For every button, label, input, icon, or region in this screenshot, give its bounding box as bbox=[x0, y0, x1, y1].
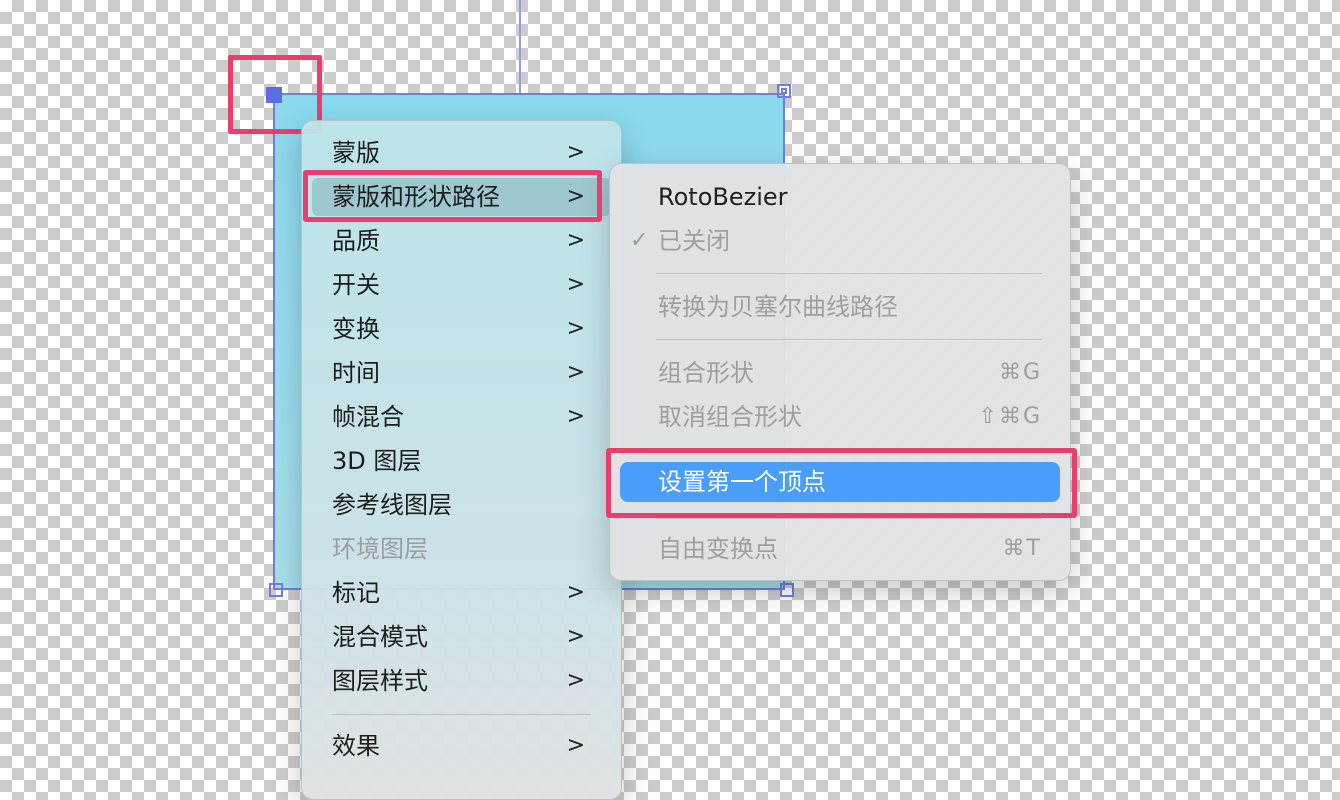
menu-item-effects[interactable]: 效果 > bbox=[312, 727, 611, 765]
menu-item-3d-layer[interactable]: 3D 图层 bbox=[312, 442, 611, 480]
shortcut-label: ⌘T bbox=[1002, 536, 1042, 561]
chevron-right-icon: > bbox=[566, 360, 585, 385]
submenu-item-ungroup-shapes: 取消组合形状 ⇧⌘G bbox=[620, 397, 1060, 437]
menu-item-transform[interactable]: 变换 > bbox=[312, 310, 611, 348]
corner-handle-bottom-right[interactable] bbox=[780, 583, 794, 597]
menu-separator bbox=[656, 273, 1042, 274]
submenu-item-group-shapes: 组合形状 ⌘G bbox=[620, 353, 1060, 393]
chevron-right-icon: > bbox=[566, 272, 585, 297]
menu-item-label: 蒙版 bbox=[332, 139, 380, 167]
submenu-item-label: 自由变换点 bbox=[658, 535, 778, 563]
menu-item-environment-layer: 环境图层 bbox=[312, 530, 611, 568]
chevron-right-icon: > bbox=[566, 228, 585, 253]
chevron-right-icon: > bbox=[566, 733, 585, 758]
shortcut-label: ⌘G bbox=[998, 360, 1042, 385]
chevron-right-icon: > bbox=[566, 140, 585, 165]
submenu-item-free-transform-points: 自由变换点 ⌘T bbox=[620, 529, 1060, 569]
annotation-highlight-submenu-trigger bbox=[303, 170, 602, 222]
menu-item-quality[interactable]: 品质 > bbox=[312, 222, 611, 260]
submenu-item-label: 已关闭 bbox=[658, 227, 730, 255]
menu-item-time[interactable]: 时间 > bbox=[312, 354, 611, 392]
annotation-highlight-set-first-vertex bbox=[606, 448, 1077, 518]
menu-item-mask[interactable]: 蒙版 > bbox=[312, 134, 611, 172]
menu-item-label: 混合模式 bbox=[332, 623, 428, 651]
menu-item-label: 图层样式 bbox=[332, 667, 428, 695]
chevron-right-icon: > bbox=[566, 580, 585, 605]
checkmark-icon: ✓ bbox=[630, 228, 649, 253]
submenu-item-label: 取消组合形状 bbox=[658, 403, 802, 431]
submenu-item-rotobezier[interactable]: RotoBezier bbox=[620, 177, 1060, 217]
menu-item-blending-mode[interactable]: 混合模式 > bbox=[312, 618, 611, 656]
menu-item-label: 参考线图层 bbox=[332, 491, 452, 519]
menu-separator bbox=[332, 714, 591, 715]
menu-item-label: 帧混合 bbox=[332, 403, 404, 431]
submenu-item-convert-to-bezier: 转换为贝塞尔曲线路径 bbox=[620, 287, 1060, 327]
chevron-right-icon: > bbox=[566, 624, 585, 649]
menu-item-markers[interactable]: 标记 > bbox=[312, 574, 611, 612]
layer-context-menu: 蒙版 > 蒙版和形状路径 > 品质 > 开关 > 变换 > 时间 > 帧混合 >… bbox=[301, 120, 622, 800]
menu-item-layer-styles[interactable]: 图层样式 > bbox=[312, 662, 611, 700]
menu-separator bbox=[656, 518, 1042, 519]
submenu-item-label: 转换为贝塞尔曲线路径 bbox=[658, 293, 898, 321]
corner-handle-top-right-inner bbox=[781, 88, 787, 94]
menu-item-label: 环境图层 bbox=[332, 535, 428, 563]
vertical-guide-line[interactable] bbox=[519, 0, 521, 95]
chevron-right-icon: > bbox=[566, 668, 585, 693]
submenu-item-label: 组合形状 bbox=[658, 359, 754, 387]
submenu-item-label: RotoBezier bbox=[658, 183, 788, 211]
menu-item-guide-layer[interactable]: 参考线图层 bbox=[312, 486, 611, 524]
submenu-item-closed: ✓ 已关闭 bbox=[620, 221, 1060, 261]
menu-item-label: 3D 图层 bbox=[332, 447, 422, 475]
mask-shape-path-submenu: RotoBezier ✓ 已关闭 转换为贝塞尔曲线路径 组合形状 ⌘G 取消组合… bbox=[609, 163, 1071, 581]
menu-separator bbox=[656, 339, 1042, 340]
shortcut-label: ⇧⌘G bbox=[978, 404, 1042, 429]
menu-item-label: 开关 bbox=[332, 271, 380, 299]
menu-item-label: 品质 bbox=[332, 227, 380, 255]
menu-item-label: 效果 bbox=[332, 732, 380, 760]
menu-item-frame-blending[interactable]: 帧混合 > bbox=[312, 398, 611, 436]
corner-handle-bottom-left[interactable] bbox=[269, 583, 283, 597]
menu-item-label: 变换 bbox=[332, 315, 380, 343]
menu-item-switches[interactable]: 开关 > bbox=[312, 266, 611, 304]
menu-item-label: 时间 bbox=[332, 359, 380, 387]
chevron-right-icon: > bbox=[566, 404, 585, 429]
menu-item-label: 标记 bbox=[332, 579, 380, 607]
chevron-right-icon: > bbox=[566, 316, 585, 341]
